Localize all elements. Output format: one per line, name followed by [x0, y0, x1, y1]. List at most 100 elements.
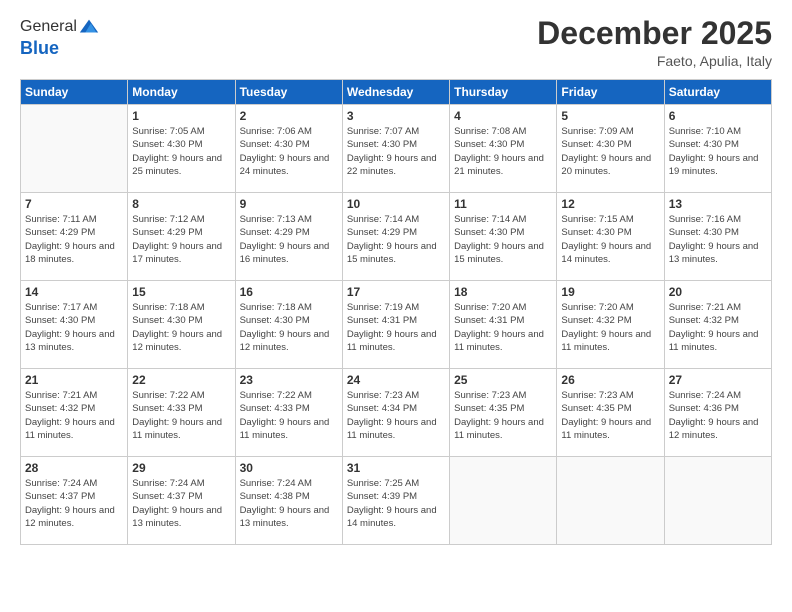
calendar-cell: 10 Sunrise: 7:14 AMSunset: 4:29 PMDayligh…	[342, 193, 449, 281]
day-number: 29	[132, 461, 230, 475]
day-info: Sunrise: 7:08 AMSunset: 4:30 PMDaylight:…	[454, 125, 552, 178]
day-info: Sunrise: 7:23 AMSunset: 4:34 PMDaylight:…	[347, 389, 445, 442]
day-info: Sunrise: 7:20 AMSunset: 4:32 PMDaylight:…	[561, 301, 659, 354]
day-number: 3	[347, 109, 445, 123]
day-header-wednesday: Wednesday	[342, 80, 449, 105]
day-number: 12	[561, 197, 659, 211]
calendar-cell: 23 Sunrise: 7:22 AMSunset: 4:33 PMDayligh…	[235, 369, 342, 457]
day-info: Sunrise: 7:12 AMSunset: 4:29 PMDaylight:…	[132, 213, 230, 266]
day-info: Sunrise: 7:16 AMSunset: 4:30 PMDaylight:…	[669, 213, 767, 266]
day-number: 28	[25, 461, 123, 475]
calendar-cell: 22 Sunrise: 7:22 AMSunset: 4:33 PMDayligh…	[128, 369, 235, 457]
calendar-cell	[21, 105, 128, 193]
calendar-cell: 9 Sunrise: 7:13 AMSunset: 4:29 PMDaylight…	[235, 193, 342, 281]
calendar-week-row: 1 Sunrise: 7:05 AMSunset: 4:30 PMDaylight…	[21, 105, 772, 193]
day-number: 31	[347, 461, 445, 475]
day-number: 6	[669, 109, 767, 123]
calendar-cell: 17 Sunrise: 7:19 AMSunset: 4:31 PMDayligh…	[342, 281, 449, 369]
day-info: Sunrise: 7:17 AMSunset: 4:30 PMDaylight:…	[25, 301, 123, 354]
day-info: Sunrise: 7:20 AMSunset: 4:31 PMDaylight:…	[454, 301, 552, 354]
calendar-cell: 6 Sunrise: 7:10 AMSunset: 4:30 PMDaylight…	[664, 105, 771, 193]
day-number: 14	[25, 285, 123, 299]
calendar-cell: 18 Sunrise: 7:20 AMSunset: 4:31 PMDayligh…	[450, 281, 557, 369]
day-header-friday: Friday	[557, 80, 664, 105]
day-number: 2	[240, 109, 338, 123]
calendar-cell: 20Sunrise: 7:21 AMSunset: 4:32 PMDayligh…	[664, 281, 771, 369]
day-info: Sunrise: 7:14 AMSunset: 4:29 PMDaylight:…	[347, 213, 445, 266]
day-header-monday: Monday	[128, 80, 235, 105]
day-info: Sunrise: 7:15 AMSunset: 4:30 PMDaylight:…	[561, 213, 659, 266]
day-number: 11	[454, 197, 552, 211]
day-info: Sunrise: 7:10 AMSunset: 4:30 PMDaylight:…	[669, 125, 767, 178]
calendar-cell: 5Sunrise: 7:09 AMSunset: 4:30 PMDaylight…	[557, 105, 664, 193]
day-number: 10	[347, 197, 445, 211]
day-info: Sunrise: 7:21 AMSunset: 4:32 PMDaylight:…	[669, 301, 767, 354]
calendar-cell: 14 Sunrise: 7:17 AMSunset: 4:30 PMDayligh…	[21, 281, 128, 369]
day-info: Sunrise: 7:11 AMSunset: 4:29 PMDaylight:…	[25, 213, 123, 266]
day-number: 30	[240, 461, 338, 475]
day-number: 15	[132, 285, 230, 299]
calendar-cell: 31Sunrise: 7:25 AMSunset: 4:39 PMDayligh…	[342, 457, 449, 545]
calendar-cell: 27 Sunrise: 7:24 AMSunset: 4:36 PMDayligh…	[664, 369, 771, 457]
calendar-week-row: 21Sunrise: 7:21 AMSunset: 4:32 PMDayligh…	[21, 369, 772, 457]
logo-icon	[78, 16, 100, 38]
calendar-cell: 16Sunrise: 7:18 AMSunset: 4:30 PMDayligh…	[235, 281, 342, 369]
day-number: 27	[669, 373, 767, 387]
day-number: 24	[347, 373, 445, 387]
day-number: 23	[240, 373, 338, 387]
title-block: December 2025 Faeto, Apulia, Italy	[537, 16, 772, 69]
day-number: 17	[347, 285, 445, 299]
day-info: Sunrise: 7:06 AMSunset: 4:30 PMDaylight:…	[240, 125, 338, 178]
day-number: 18	[454, 285, 552, 299]
logo-general-text: General	[20, 18, 77, 36]
day-number: 22	[132, 373, 230, 387]
day-info: Sunrise: 7:23 AMSunset: 4:35 PMDaylight:…	[454, 389, 552, 442]
day-info: Sunrise: 7:22 AMSunset: 4:33 PMDaylight:…	[132, 389, 230, 442]
day-number: 5	[561, 109, 659, 123]
calendar-table: SundayMondayTuesdayWednesdayThursdayFrid…	[20, 79, 772, 545]
calendar-week-row: 14 Sunrise: 7:17 AMSunset: 4:30 PMDayligh…	[21, 281, 772, 369]
day-info: Sunrise: 7:24 AMSunset: 4:37 PMDaylight:…	[132, 477, 230, 530]
day-number: 9	[240, 197, 338, 211]
calendar-cell: 13Sunrise: 7:16 AMSunset: 4:30 PMDayligh…	[664, 193, 771, 281]
calendar-cell	[557, 457, 664, 545]
day-number: 21	[25, 373, 123, 387]
day-info: Sunrise: 7:07 AMSunset: 4:30 PMDaylight:…	[347, 125, 445, 178]
day-number: 16	[240, 285, 338, 299]
day-header-tuesday: Tuesday	[235, 80, 342, 105]
day-info: Sunrise: 7:22 AMSunset: 4:33 PMDaylight:…	[240, 389, 338, 442]
calendar-cell: 8Sunrise: 7:12 AMSunset: 4:29 PMDaylight…	[128, 193, 235, 281]
calendar-cell: 7 Sunrise: 7:11 AMSunset: 4:29 PMDaylight…	[21, 193, 128, 281]
day-header-saturday: Saturday	[664, 80, 771, 105]
day-number: 25	[454, 373, 552, 387]
day-info: Sunrise: 7:24 AMSunset: 4:37 PMDaylight:…	[25, 477, 123, 530]
calendar-cell: 30Sunrise: 7:24 AMSunset: 4:38 PMDayligh…	[235, 457, 342, 545]
calendar-cell: 28 Sunrise: 7:24 AMSunset: 4:37 PMDayligh…	[21, 457, 128, 545]
day-info: Sunrise: 7:24 AMSunset: 4:36 PMDaylight:…	[669, 389, 767, 442]
day-info: Sunrise: 7:23 AMSunset: 4:35 PMDaylight:…	[561, 389, 659, 442]
logo-blue-text: Blue	[20, 38, 59, 58]
day-info: Sunrise: 7:14 AMSunset: 4:30 PMDaylight:…	[454, 213, 552, 266]
calendar-cell: 21Sunrise: 7:21 AMSunset: 4:32 PMDayligh…	[21, 369, 128, 457]
day-info: Sunrise: 7:18 AMSunset: 4:30 PMDaylight:…	[132, 301, 230, 354]
calendar-cell: 29 Sunrise: 7:24 AMSunset: 4:37 PMDayligh…	[128, 457, 235, 545]
day-info: Sunrise: 7:19 AMSunset: 4:31 PMDaylight:…	[347, 301, 445, 354]
day-info: Sunrise: 7:13 AMSunset: 4:29 PMDaylight:…	[240, 213, 338, 266]
day-info: Sunrise: 7:05 AMSunset: 4:30 PMDaylight:…	[132, 125, 230, 178]
page: General Blue December 2025 Faeto, Apulia…	[0, 0, 792, 612]
calendar-cell: 24 Sunrise: 7:23 AMSunset: 4:34 PMDayligh…	[342, 369, 449, 457]
calendar-week-row: 28 Sunrise: 7:24 AMSunset: 4:37 PMDayligh…	[21, 457, 772, 545]
calendar-cell: 11 Sunrise: 7:14 AMSunset: 4:30 PMDayligh…	[450, 193, 557, 281]
day-number: 26	[561, 373, 659, 387]
day-number: 1	[132, 109, 230, 123]
calendar-cell: 26 Sunrise: 7:23 AMSunset: 4:35 PMDayligh…	[557, 369, 664, 457]
calendar-cell	[450, 457, 557, 545]
day-number: 19	[561, 285, 659, 299]
month-title: December 2025	[537, 16, 772, 51]
calendar-cell: 1 Sunrise: 7:05 AMSunset: 4:30 PMDaylight…	[128, 105, 235, 193]
day-number: 7	[25, 197, 123, 211]
calendar-cell: 12 Sunrise: 7:15 AMSunset: 4:30 PMDayligh…	[557, 193, 664, 281]
calendar-cell: 4Sunrise: 7:08 AMSunset: 4:30 PMDaylight…	[450, 105, 557, 193]
day-header-sunday: Sunday	[21, 80, 128, 105]
calendar-cell: 19 Sunrise: 7:20 AMSunset: 4:32 PMDayligh…	[557, 281, 664, 369]
